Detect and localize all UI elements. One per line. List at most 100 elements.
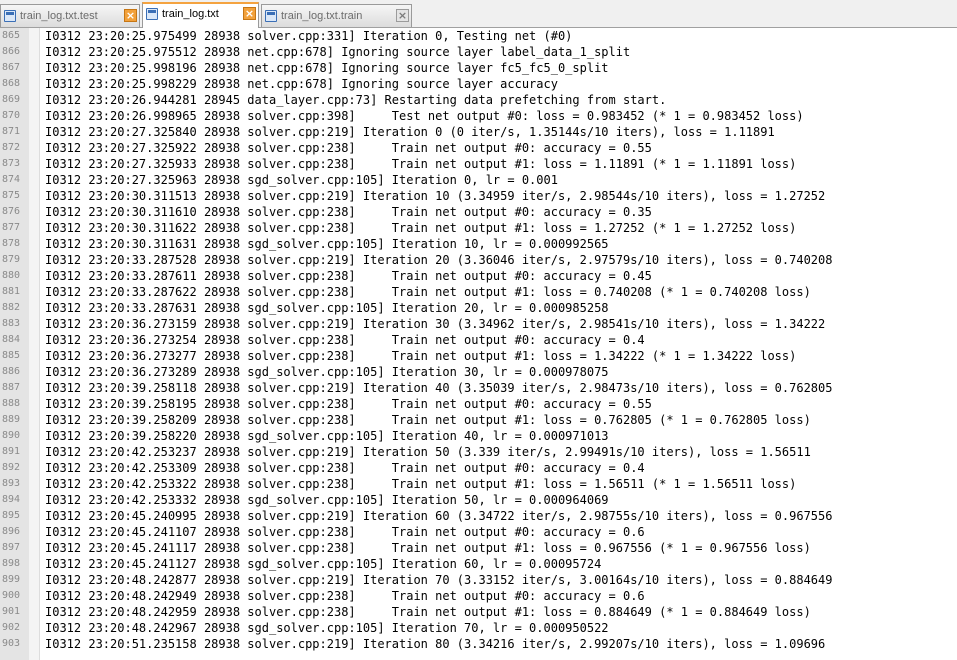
line-text[interactable]: I0312 23:20:30.311622 28938 solver.cpp:2…	[45, 220, 796, 236]
tab-train-log[interactable]: train_log.txt ×	[142, 2, 259, 28]
editor-line[interactable]: 897 I0312 23:20:45.241117 28938 solver.cp…	[0, 540, 957, 556]
line-text[interactable]: I0312 23:20:45.241107 28938 solver.cpp:2…	[45, 524, 645, 540]
line-text[interactable]: I0312 23:20:33.287631 28938 sgd_solver.c…	[45, 300, 609, 316]
line-number: 889	[2, 414, 21, 425]
line-text[interactable]: I0312 23:20:26.998965 28938 solver.cpp:3…	[45, 108, 804, 124]
line-text[interactable]: I0312 23:20:48.242967 28938 sgd_solver.c…	[45, 620, 609, 636]
editor-line[interactable]: 893 I0312 23:20:42.253322 28938 solver.cp…	[0, 476, 957, 492]
line-text[interactable]: I0312 23:20:39.258118 28938 solver.cpp:2…	[45, 380, 832, 396]
line-text[interactable]: I0312 23:20:27.325963 28938 sgd_solver.c…	[45, 172, 558, 188]
line-text[interactable]: I0312 23:20:30.311513 28938 solver.cpp:2…	[45, 188, 825, 204]
editor-line[interactable]: 874 I0312 23:20:27.325963 28938 sgd_solve…	[0, 172, 957, 188]
line-text[interactable]: I0312 23:20:45.241127 28938 sgd_solver.c…	[45, 556, 601, 572]
text-editor[interactable]: 865 I0312 23:20:25.975499 28938 solver.cp…	[0, 28, 957, 660]
editor-line[interactable]: 888 I0312 23:20:39.258195 28938 solver.cp…	[0, 396, 957, 412]
editor-line[interactable]: 875 I0312 23:20:30.311513 28938 solver.cp…	[0, 188, 957, 204]
editor-line[interactable]: 895 I0312 23:20:45.240995 28938 solver.cp…	[0, 508, 957, 524]
editor-line[interactable]: 896 I0312 23:20:45.241107 28938 solver.cp…	[0, 524, 957, 540]
editor-line[interactable]: 871 I0312 23:20:27.325840 28938 solver.cp…	[0, 124, 957, 140]
line-text[interactable]: I0312 23:20:42.253309 28938 solver.cpp:2…	[45, 460, 645, 476]
line-text[interactable]: I0312 23:20:27.325922 28938 solver.cpp:2…	[45, 140, 652, 156]
editor-line[interactable]: 879 I0312 23:20:33.287528 28938 solver.cp…	[0, 252, 957, 268]
editor-line[interactable]: 890 I0312 23:20:39.258220 28938 sgd_solve…	[0, 428, 957, 444]
line-number: 899	[2, 574, 21, 585]
line-text[interactable]: I0312 23:20:48.242949 28938 solver.cpp:2…	[45, 588, 645, 604]
editor-line[interactable]: 902 I0312 23:20:48.242967 28938 sgd_solve…	[0, 620, 957, 636]
line-text[interactable]: I0312 23:20:25.998196 28938 net.cpp:678]…	[45, 60, 609, 76]
line-number: 885	[2, 350, 21, 361]
line-text[interactable]: I0312 23:20:45.241117 28938 solver.cpp:2…	[45, 540, 811, 556]
line-text[interactable]: I0312 23:20:27.325840 28938 solver.cpp:2…	[45, 124, 775, 140]
editor-line[interactable]: 885 I0312 23:20:36.273277 28938 solver.cp…	[0, 348, 957, 364]
line-number: 903	[2, 638, 21, 649]
editor-line[interactable]: 894 I0312 23:20:42.253332 28938 sgd_solve…	[0, 492, 957, 508]
editor-line[interactable]: 882 I0312 23:20:33.287631 28938 sgd_solve…	[0, 300, 957, 316]
editor-line[interactable]: 892 I0312 23:20:42.253309 28938 solver.cp…	[0, 460, 957, 476]
editor-line[interactable]: 876 I0312 23:20:30.311610 28938 solver.cp…	[0, 204, 957, 220]
line-text[interactable]: I0312 23:20:42.253332 28938 sgd_solver.c…	[45, 492, 609, 508]
editor-line[interactable]: 872 I0312 23:20:27.325922 28938 solver.cp…	[0, 140, 957, 156]
line-text[interactable]: I0312 23:20:39.258195 28938 solver.cpp:2…	[45, 396, 652, 412]
line-text[interactable]: I0312 23:20:25.975499 28938 solver.cpp:3…	[45, 28, 572, 44]
document-icon	[4, 10, 16, 22]
line-number: 892	[2, 462, 21, 473]
editor-line[interactable]: 900 I0312 23:20:48.242949 28938 solver.cp…	[0, 588, 957, 604]
line-number: 887	[2, 382, 21, 393]
line-text[interactable]: I0312 23:20:26.944281 28945 data_layer.c…	[45, 92, 666, 108]
line-text[interactable]: I0312 23:20:36.273254 28938 solver.cpp:2…	[45, 332, 645, 348]
line-text[interactable]: I0312 23:20:39.258209 28938 solver.cpp:2…	[45, 412, 811, 428]
tab-train-log-train[interactable]: train_log.txt.train ×	[261, 4, 412, 27]
line-text[interactable]: I0312 23:20:42.253237 28938 solver.cpp:2…	[45, 444, 811, 460]
line-text[interactable]: I0312 23:20:51.235158 28938 solver.cpp:2…	[45, 636, 825, 652]
editor-line[interactable]: 869 I0312 23:20:26.944281 28945 data_laye…	[0, 92, 957, 108]
line-number: 890	[2, 430, 21, 441]
close-icon[interactable]: ×	[124, 9, 137, 22]
editor-line[interactable]: 884 I0312 23:20:36.273254 28938 solver.cp…	[0, 332, 957, 348]
line-number: 898	[2, 558, 21, 569]
editor-line[interactable]: 889 I0312 23:20:39.258209 28938 solver.cp…	[0, 412, 957, 428]
line-text[interactable]: I0312 23:20:25.975512 28938 net.cpp:678]…	[45, 44, 630, 60]
line-text[interactable]: I0312 23:20:36.273289 28938 sgd_solver.c…	[45, 364, 609, 380]
editor-line[interactable]: 865 I0312 23:20:25.975499 28938 solver.cp…	[0, 28, 957, 44]
editor-line[interactable]: 880 I0312 23:20:33.287611 28938 solver.cp…	[0, 268, 957, 284]
line-text[interactable]: I0312 23:20:45.240995 28938 solver.cpp:2…	[45, 508, 832, 524]
tab-bar: train_log.txt.test × train_log.txt × tra…	[0, 0, 957, 28]
line-number: 866	[2, 46, 21, 57]
line-text[interactable]: I0312 23:20:36.273277 28938 solver.cpp:2…	[45, 348, 796, 364]
close-icon[interactable]: ×	[396, 9, 409, 22]
editor-line[interactable]: 867 I0312 23:20:25.998196 28938 net.cpp:6…	[0, 60, 957, 76]
line-text[interactable]: I0312 23:20:36.273159 28938 solver.cpp:2…	[45, 316, 825, 332]
editor-line[interactable]: 883 I0312 23:20:36.273159 28938 solver.cp…	[0, 316, 957, 332]
line-text[interactable]: I0312 23:20:33.287622 28938 solver.cpp:2…	[45, 284, 811, 300]
line-text[interactable]: I0312 23:20:33.287611 28938 solver.cpp:2…	[45, 268, 652, 284]
editor-line[interactable]: 881 I0312 23:20:33.287622 28938 solver.cp…	[0, 284, 957, 300]
line-number: 874	[2, 174, 21, 185]
tab-label: train_log.txt	[162, 8, 219, 20]
line-number: 875	[2, 190, 21, 201]
editor-line[interactable]: 870 I0312 23:20:26.998965 28938 solver.cp…	[0, 108, 957, 124]
line-text[interactable]: I0312 23:20:42.253322 28938 solver.cpp:2…	[45, 476, 796, 492]
tab-train-log-test[interactable]: train_log.txt.test ×	[0, 4, 140, 27]
line-text[interactable]: I0312 23:20:30.311610 28938 solver.cpp:2…	[45, 204, 652, 220]
editor-line[interactable]: 878 I0312 23:20:30.311631 28938 sgd_solve…	[0, 236, 957, 252]
editor-line[interactable]: 877 I0312 23:20:30.311622 28938 solver.cp…	[0, 220, 957, 236]
editor-line[interactable]: 899 I0312 23:20:48.242877 28938 solver.cp…	[0, 572, 957, 588]
editor-line[interactable]: 873 I0312 23:20:27.325933 28938 solver.cp…	[0, 156, 957, 172]
line-text[interactable]: I0312 23:20:48.242959 28938 solver.cpp:2…	[45, 604, 811, 620]
editor-line[interactable]: 868 I0312 23:20:25.998229 28938 net.cpp:6…	[0, 76, 957, 92]
close-icon[interactable]: ×	[243, 7, 256, 20]
line-text[interactable]: I0312 23:20:48.242877 28938 solver.cpp:2…	[45, 572, 832, 588]
editor-line[interactable]: 886 I0312 23:20:36.273289 28938 sgd_solve…	[0, 364, 957, 380]
line-text[interactable]: I0312 23:20:30.311631 28938 sgd_solver.c…	[45, 236, 609, 252]
editor-line[interactable]: 898 I0312 23:20:45.241127 28938 sgd_solve…	[0, 556, 957, 572]
line-text[interactable]: I0312 23:20:25.998229 28938 net.cpp:678]…	[45, 76, 558, 92]
line-number: 881	[2, 286, 21, 297]
editor-line[interactable]: 891 I0312 23:20:42.253237 28938 solver.cp…	[0, 444, 957, 460]
editor-line[interactable]: 887 I0312 23:20:39.258118 28938 solver.cp…	[0, 380, 957, 396]
line-text[interactable]: I0312 23:20:27.325933 28938 solver.cpp:2…	[45, 156, 796, 172]
editor-line[interactable]: 866 I0312 23:20:25.975512 28938 net.cpp:6…	[0, 44, 957, 60]
line-text[interactable]: I0312 23:20:39.258220 28938 sgd_solver.c…	[45, 428, 609, 444]
editor-line[interactable]: 903 I0312 23:20:51.235158 28938 solver.cp…	[0, 636, 957, 652]
editor-line[interactable]: 901 I0312 23:20:48.242959 28938 solver.cp…	[0, 604, 957, 620]
line-text[interactable]: I0312 23:20:33.287528 28938 solver.cpp:2…	[45, 252, 832, 268]
